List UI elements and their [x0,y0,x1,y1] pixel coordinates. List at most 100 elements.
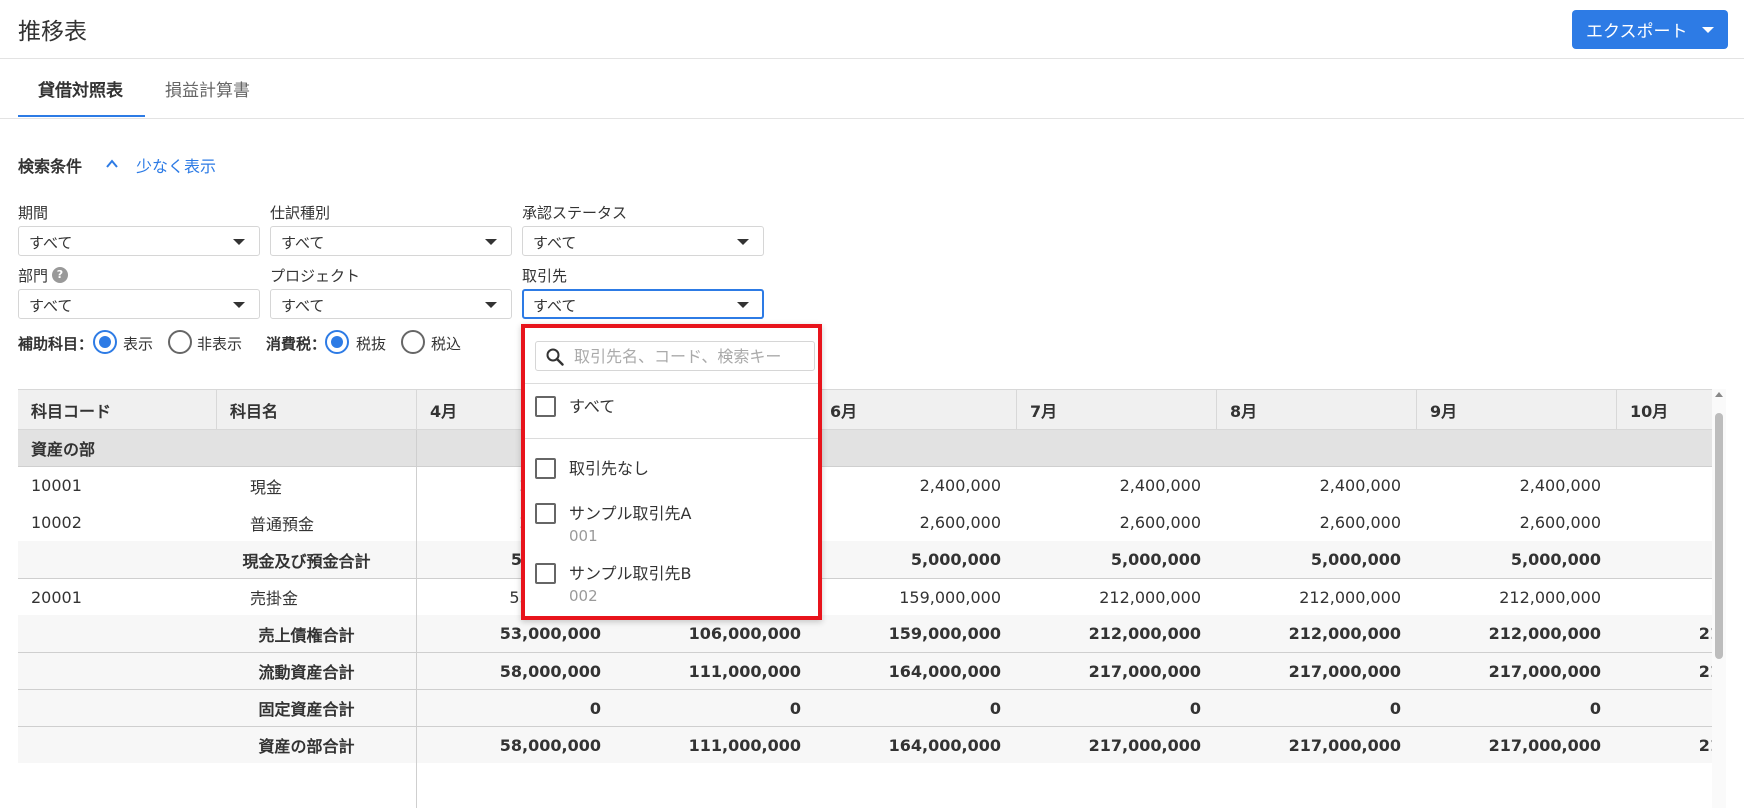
caret-down-icon [1701,26,1714,33]
amount-cell: 2,600,000 [1119,513,1201,532]
table-row: 売上債権合計 53,000,000 106,000,000 159,000,000 21… [18,615,1712,652]
header-account-code[interactable]: 科目コード [18,390,217,429]
checkbox[interactable] [535,458,556,479]
checkbox[interactable] [535,503,556,524]
amount-cell: 0 [1389,698,1401,718]
column-divider [416,430,417,808]
tab-balance-sheet[interactable]: 貸借対照表 [38,76,123,101]
scroll-thumb[interactable] [1715,413,1723,659]
vendor-option-label: サンプル取引先A [569,504,692,523]
scroll-up-icon[interactable] [1715,392,1723,397]
journal-type-select[interactable]: すべて [270,226,512,256]
amount-cell: 0 [589,698,601,718]
journal-type-label: 仕訳種別 [270,204,331,222]
amount-cell: 2,400,000 [1119,476,1201,495]
table-row: 20001売掛金53,000,000106,000,000159,000,000… [18,578,1712,615]
department-select-value: すべて [29,297,73,315]
page-title: 推移表 [18,19,87,45]
dropdown-divider [525,438,818,439]
tax-inclusive-label[interactable]: 税込 [431,333,461,354]
export-button[interactable]: エクスポート [1572,10,1728,49]
account-code-cell: 20001 [31,587,82,607]
vendor-label: 取引先 [522,267,568,285]
period-label: 期間 [18,204,49,222]
account-name-cell: 普通預金 [250,514,315,534]
vendor-select[interactable]: すべて [522,289,764,319]
account-code-cell [18,653,196,689]
account-code-cell [18,690,196,726]
table-row: 流動資産合計 58,000,000 111,000,000 164,000,000 21… [18,652,1712,689]
department-select[interactable]: すべて [18,289,260,319]
amount-cell: 58,000,000 [499,735,601,755]
header-month[interactable]: 8月 [1217,390,1417,429]
tax-exclusive-radio[interactable] [325,330,349,354]
amount-cell: 2 [1617,579,1712,615]
vendor-search-input[interactable] [574,345,810,367]
table-row: 資産の部合計 58,000,000 111,000,000 164,000,000 21… [18,726,1712,763]
dropdown-arrow-icon [737,239,749,245]
help-icon[interactable]: ? [52,267,68,283]
account-name-cell: 現金及び預金合計 [242,551,371,571]
header-divider [0,58,1744,59]
period-select[interactable]: すべて [18,226,260,256]
trend-table: 科目コード 科目名 4月 5月 6月 7月 8月 9月 10月 資産の部 1000… [18,389,1712,808]
account-code-cell: 10001 [31,476,82,495]
amount-cell: 212,000,000 [1288,624,1401,643]
sub-account-hide-radio[interactable] [168,330,192,354]
amount-cell: 212,000,000 [1499,587,1601,607]
tab-income-statement[interactable]: 損益計算書 [165,76,250,101]
header-month[interactable]: 10月 [1617,390,1712,429]
chevron-up-icon[interactable] [106,158,118,170]
search-conditions-title: 検索条件 [18,157,83,176]
tax-inclusive-radio[interactable] [401,330,425,354]
project-select-value: すべて [281,297,325,315]
header-month[interactable]: 9月 [1417,390,1617,429]
checkbox[interactable] [535,563,556,584]
account-code-cell: 資産の部 [31,440,96,459]
project-select[interactable]: すべて [270,289,512,319]
header-account-name[interactable]: 科目名 [217,390,417,429]
checkbox[interactable] [535,396,556,417]
amount-cell [1417,430,1617,466]
table-row: 固定資産合計 0 0 0 0 0 0 [18,689,1712,726]
project-label: プロジェクト [270,267,361,285]
amount-cell [1617,467,1712,504]
amount-cell: 2,600,000 [919,513,1001,532]
table-scrollbar[interactable] [1712,389,1726,808]
vendor-dropdown-panel: すべて 取引先なし サンプル取引先A 001 サンプル取引先B 002 [521,324,822,620]
tax-exclusive-label[interactable]: 税抜 [356,333,386,354]
vendor-option-label: すべて [569,397,616,416]
vendor-search-box[interactable] [535,341,815,371]
amount-cell: 58,000,000 [499,661,601,681]
dropdown-arrow-icon [485,302,497,308]
amount-cell: 212,000,000 [1488,624,1601,643]
amount-cell: 212,000,000 [1299,587,1401,607]
amount-cell [1617,690,1712,726]
show-less-link[interactable]: 少なく表示 [136,153,216,177]
dropdown-divider [525,383,818,384]
dropdown-arrow-icon [485,239,497,245]
account-code-cell [18,727,196,763]
sub-account-hide-label[interactable]: 非表示 [197,333,242,354]
amount-cell: 0 [989,698,1001,718]
approval-status-select[interactable]: すべて [522,226,764,256]
export-button-label: エクスポート [1586,22,1688,42]
header-month[interactable]: 7月 [1017,390,1217,429]
amount-cell: 217,000,000 [1088,735,1201,755]
amount-cell [817,430,1017,466]
dropdown-arrow-icon [233,302,245,308]
dropdown-arrow-icon [737,302,749,308]
table-row: 現金及び預金合計 5,000,000 5,000,000 5,000,000 5,000… [18,541,1712,578]
header-month[interactable]: 6月 [817,390,1017,429]
department-label: 部門 [18,267,49,285]
approval-status-label: 承認ステータス [522,204,628,222]
sub-account-show-radio[interactable] [93,330,117,354]
amount-cell: 212,000,000 [1088,624,1201,643]
amount-cell: 212,000,000 [1099,587,1201,607]
search-icon [546,348,564,366]
sub-account-show-label[interactable]: 表示 [123,333,153,354]
amount-cell: 21 [1698,735,1712,755]
amount-cell: 217,000,000 [1288,661,1401,681]
amount-cell: 0 [789,698,801,718]
amount-cell: 217,000,000 [1288,735,1401,755]
